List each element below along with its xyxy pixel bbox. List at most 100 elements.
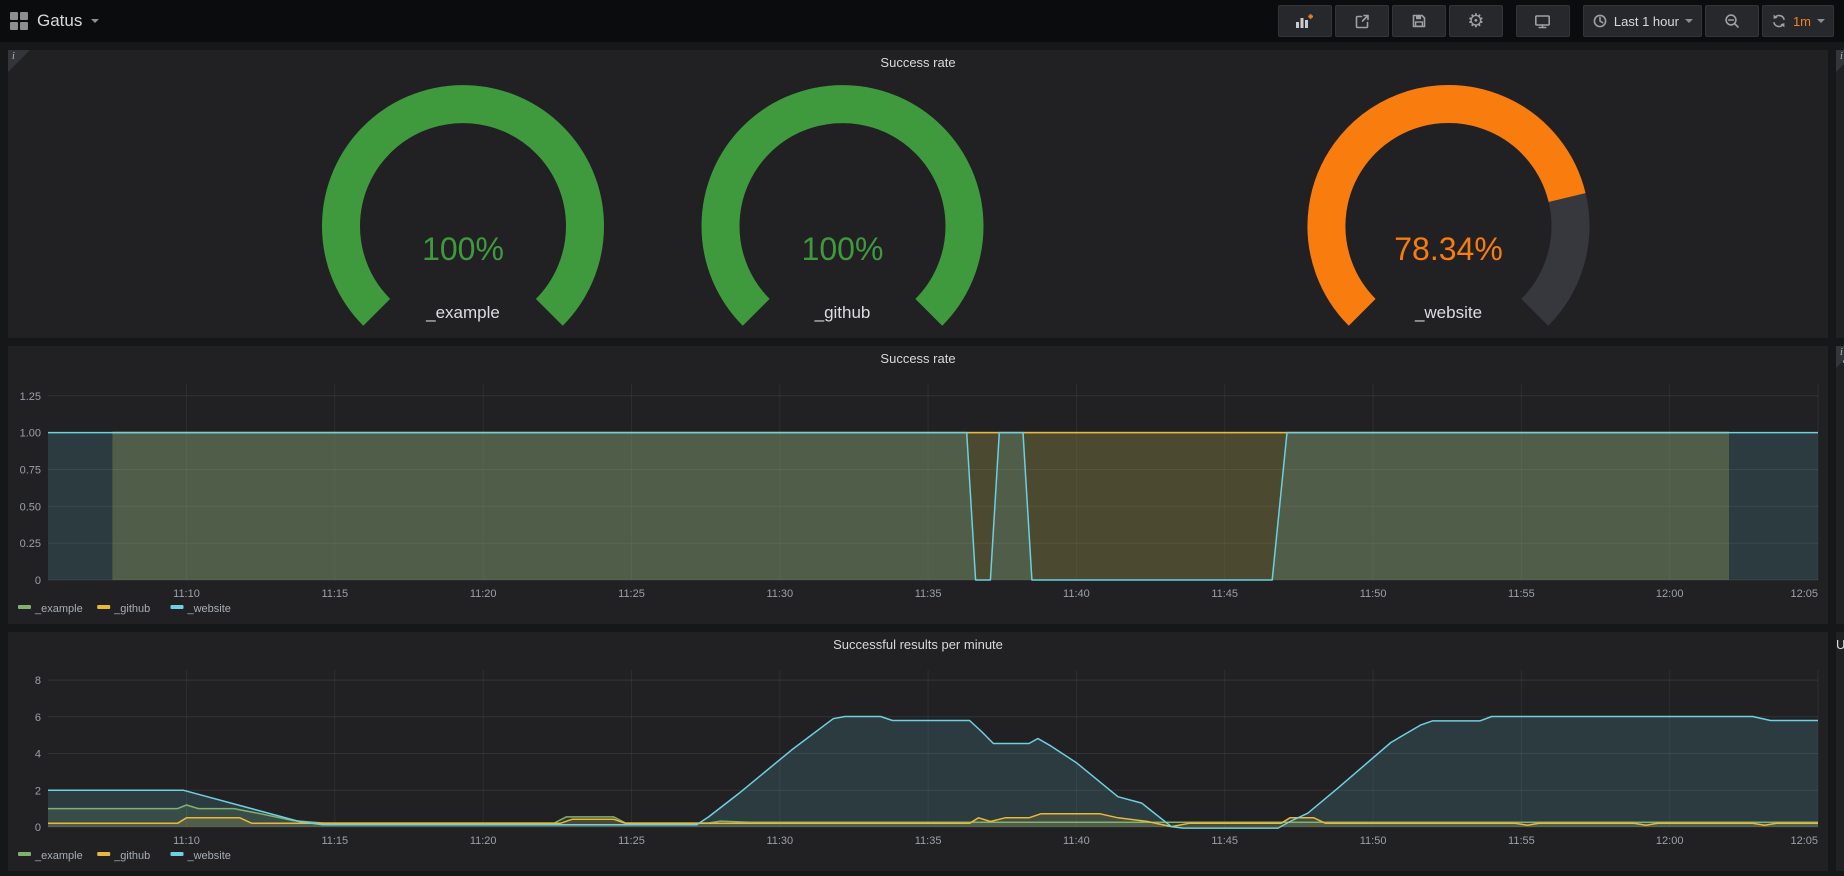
panel-total-results: i Total results per minute 11:1011:1511:… [1836, 346, 1844, 624]
gauge-value-arc [720, 104, 964, 312]
refresh-interval-label[interactable]: 1m [1793, 14, 1811, 29]
plot-area[interactable]: 11:1011:1511:2011:2511:3011:3511:4011:45… [1836, 372, 1844, 624]
share-dashboard-button[interactable] [1335, 5, 1389, 37]
x-tick-label: 11:35 [915, 835, 942, 847]
gauge-_example: 100% _example [8, 76, 615, 338]
dashboard-picker[interactable]: Gatus [10, 11, 99, 31]
chevron-down-icon [1685, 19, 1693, 23]
gauge-label: _website [1414, 303, 1482, 322]
legend-item[interactable]: _website [171, 850, 231, 862]
gauge-_github: 100%_github [615, 76, 1222, 338]
panel-unsuccessful-results: Unsuccessful results per minute 11:1011:… [1836, 632, 1844, 871]
navbar: Gatus ⚙ [0, 0, 1844, 42]
refresh-button[interactable]: 1m [1762, 5, 1834, 37]
x-tick-label: 11:55 [1508, 588, 1535, 600]
legend-label[interactable]: _github [113, 603, 150, 615]
legend-swatch [97, 605, 110, 609]
legend-swatch [97, 852, 110, 856]
x-tick-label: 11:45 [1211, 588, 1238, 600]
tv-icon [1534, 13, 1551, 29]
response-time-chart[interactable]: 11:1011:1511:2011:2511:3011:3511:4011:45… [1836, 76, 1844, 338]
legend-swatch [18, 852, 31, 856]
panel-success-rate-gauges: i Success rate 100% _example 100%_github 78… [8, 50, 1828, 338]
gear-icon: ⚙ [1467, 12, 1484, 31]
legend-swatch [171, 852, 184, 856]
legend-item[interactable]: _example [18, 603, 83, 615]
series-area [48, 717, 1818, 829]
total-results-chart[interactable]: 11:1011:1511:2011:2511:3011:3511:4011:45… [1836, 372, 1844, 624]
y-tick-label: 0.50 [20, 501, 41, 513]
legend-item[interactable]: _website [171, 603, 231, 615]
save-dashboard-button[interactable] [1392, 5, 1446, 37]
y-tick-label: 1.00 [20, 428, 41, 440]
time-range-picker[interactable]: Last 1 hour [1583, 5, 1702, 37]
dashboards-grid-icon[interactable] [10, 12, 28, 30]
panel-title[interactable]: Unsuccessful results per minute [1836, 632, 1844, 658]
successful-results-chart[interactable]: 11:1011:1511:2011:2511:3011:3511:4011:45… [8, 658, 1828, 871]
series-area [48, 433, 1818, 580]
plot-area[interactable]: 11:1011:1511:2011:2511:3011:3511:4011:45… [8, 658, 1828, 871]
x-tick-label: 11:20 [470, 588, 497, 600]
panel-successful-results: Successful results per minute 11:1011:15… [8, 632, 1828, 871]
gauge-value: 100% [801, 231, 883, 267]
panel-response-time: i Response time 11:1011:1511:2011:2511:3… [1836, 50, 1844, 338]
dashboard-grid: i Success rate 100%_example100%_github78… [0, 42, 1844, 871]
x-tick-label: 11:20 [470, 835, 497, 847]
y-tick-label: 0.25 [20, 538, 41, 550]
dashboard-settings-button[interactable]: ⚙ [1449, 5, 1503, 37]
plot-area[interactable]: 11:1011:1511:2011:2511:3011:3511:4011:45… [1836, 76, 1844, 338]
toolbar: ⚙ Last 1 hour [1275, 5, 1834, 37]
legend-label[interactable]: _example [34, 603, 83, 615]
panel-success-rate-timeseries: Success rate 11:1011:1511:2011:2511:3011… [8, 346, 1828, 624]
x-tick-label: 11:50 [1360, 835, 1387, 847]
legend-item[interactable]: _example [18, 850, 83, 862]
legend-label[interactable]: _example [34, 850, 83, 862]
y-tick-label: 6 [35, 712, 41, 724]
plot-area[interactable]: 11:1011:1511:2011:2511:3011:3511:4011:45… [1836, 658, 1844, 871]
gauge-value: 78.34% [1395, 231, 1504, 267]
gauge-label: _example [425, 303, 500, 322]
zoom-out-time-button[interactable] [1705, 5, 1759, 37]
time-range-label: Last 1 hour [1614, 14, 1679, 29]
legend-label[interactable]: _website [187, 850, 231, 862]
legend-swatch [18, 605, 31, 609]
legend-label[interactable]: _website [187, 603, 231, 615]
x-tick-label: 11:50 [1360, 588, 1387, 600]
gauge-value: 100% [422, 231, 504, 267]
legend-item[interactable]: _github [97, 603, 150, 615]
panel-title[interactable]: Success rate [8, 50, 1828, 76]
gauge-remainder-arc [1535, 198, 1571, 313]
legend-item[interactable]: _github [97, 850, 150, 862]
x-tick-label: 11:10 [173, 588, 200, 600]
x-tick-label: 11:15 [321, 835, 348, 847]
plot-area[interactable]: 11:10 11:15 11:20 11:25 11:30 11:35 11:40 11:45… [8, 372, 1828, 624]
x-tick-label: 11:25 [618, 588, 645, 600]
x-tick-label: 11:35 [915, 588, 942, 600]
legend-label[interactable]: _github [113, 850, 150, 862]
x-tick-label: 11:25 [618, 835, 645, 847]
dashboard-title[interactable]: Gatus [37, 11, 82, 31]
panel-info-icon[interactable]: i [1836, 50, 1844, 72]
x-tick-label: 11:40 [1063, 588, 1090, 600]
add-panel-button[interactable] [1278, 5, 1332, 37]
gauge-svg: 78.34% _website [1221, 76, 1676, 338]
share-icon [1354, 13, 1370, 29]
x-tick-label: 11:45 [1211, 835, 1238, 847]
y-tick-label: 0 [35, 575, 41, 587]
panel-title[interactable]: Successful results per minute [8, 632, 1828, 658]
unsuccessful-results-chart[interactable]: 11:1011:1511:2011:2511:3011:3511:4011:45… [1836, 658, 1844, 871]
x-tick-label: 12:05 [1790, 588, 1818, 600]
chevron-down-icon [1817, 19, 1825, 23]
success-rate-chart[interactable]: 11:10 11:15 11:20 11:25 11:30 11:35 11:40 11:45… [8, 372, 1828, 624]
panel-info-icon[interactable]: i [8, 50, 30, 72]
cycle-view-mode-button[interactable] [1516, 5, 1570, 37]
x-tick-label: 11:15 [321, 588, 348, 600]
gauge-svg: 100%_github [615, 76, 1070, 338]
panel-info-icon[interactable]: i [1836, 346, 1844, 368]
y-tick-label: 8 [35, 675, 41, 687]
y-tick-label: 1.25 [20, 391, 41, 403]
x-tick-label: 12:05 [1790, 835, 1818, 847]
panel-title[interactable]: Success rate [8, 346, 1828, 372]
x-tick-label: 11:30 [766, 588, 793, 600]
clock-icon [1592, 13, 1608, 29]
